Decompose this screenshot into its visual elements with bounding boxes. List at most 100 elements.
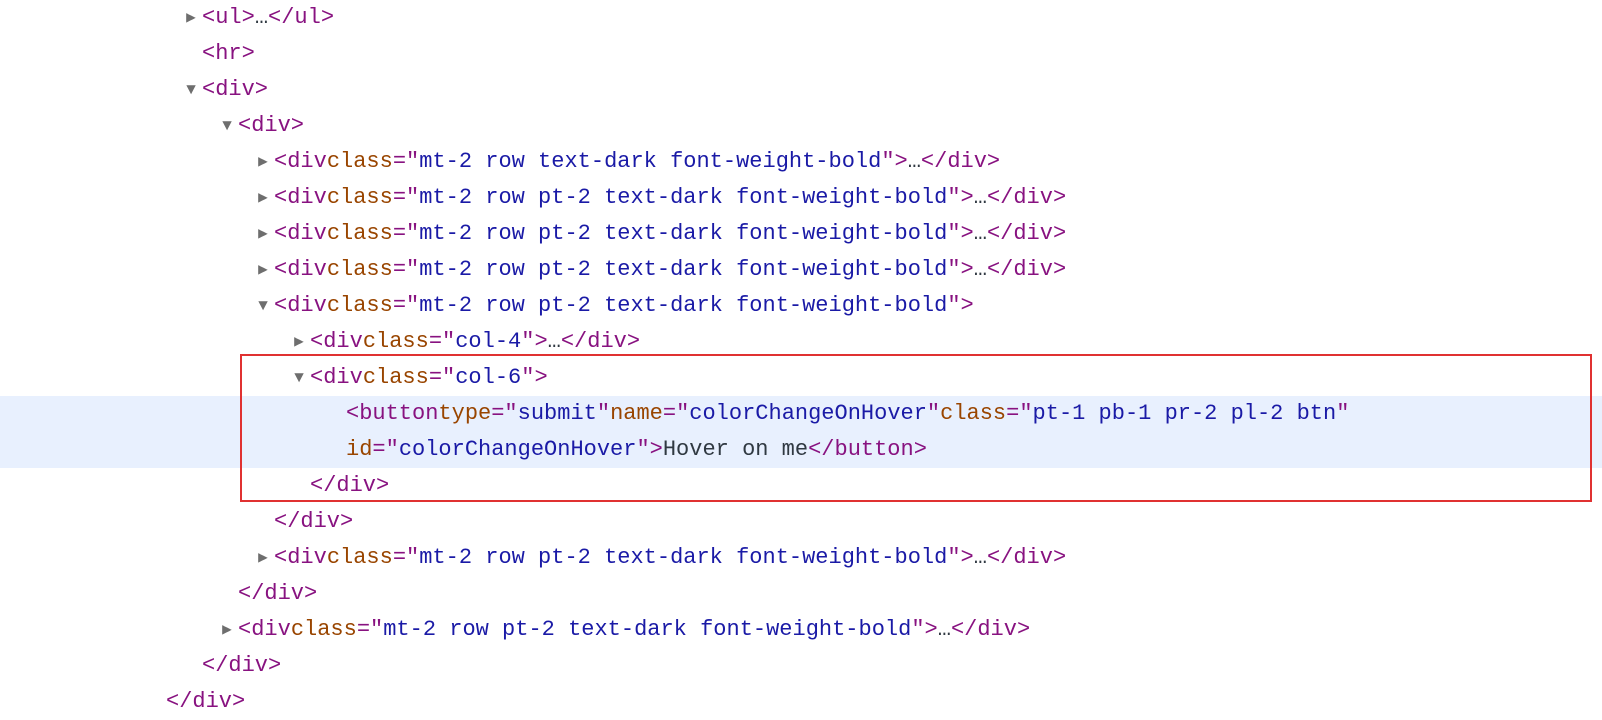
tree-row[interactable]: ▶<div class="mt-2 row pt-2 text-dark fon… bbox=[0, 540, 1602, 576]
token-tag: "> bbox=[911, 612, 937, 648]
token-ellipsis: … bbox=[974, 216, 987, 252]
token-tag: </div> bbox=[987, 180, 1066, 216]
token-tag: " bbox=[1336, 396, 1349, 432]
token-attrval: pt-1 pb-1 pr-2 pl-2 btn bbox=[1033, 396, 1337, 432]
token-tag: " bbox=[927, 396, 940, 432]
tree-row[interactable]: <hr> bbox=[0, 36, 1602, 72]
token-tag: <div bbox=[274, 288, 327, 324]
tree-row[interactable]: </div> bbox=[0, 576, 1602, 612]
tree-row[interactable]: ▼<div> bbox=[0, 72, 1602, 108]
token-tag: <ul> bbox=[202, 0, 255, 36]
tree-row[interactable]: ▼<div class="col-6"> bbox=[0, 360, 1602, 396]
token-ellipsis: … bbox=[548, 324, 561, 360]
token-attrval: mt-2 row pt-2 text-dark font-weight-bold bbox=[419, 252, 947, 288]
token-ellipsis: … bbox=[974, 252, 987, 288]
tree-row[interactable]: <button type="submit" name="colorChangeO… bbox=[0, 396, 1602, 432]
token-attrname: class bbox=[291, 612, 357, 648]
token-attrval: mt-2 row pt-2 text-dark font-weight-bold bbox=[419, 540, 947, 576]
tree-row[interactable]: ▶<div class="mt-2 row pt-2 text-dark fon… bbox=[0, 180, 1602, 216]
token-attrval: colorChangeOnHover bbox=[399, 432, 637, 468]
chevron-right-icon[interactable]: ▶ bbox=[288, 324, 310, 360]
chevron-down-icon[interactable]: ▼ bbox=[252, 288, 274, 324]
token-tag: </div> bbox=[987, 540, 1066, 576]
token-tag: <button bbox=[346, 396, 438, 432]
token-tag: =" bbox=[429, 324, 455, 360]
token-tag: =" bbox=[372, 432, 398, 468]
token-tag: =" bbox=[393, 180, 419, 216]
token-attrname: id bbox=[346, 432, 372, 468]
token-tag: =" bbox=[357, 612, 383, 648]
chevron-right-icon[interactable]: ▶ bbox=[216, 612, 238, 648]
token-ellipsis: … bbox=[255, 0, 268, 36]
token-attrname: class bbox=[327, 180, 393, 216]
tree-row[interactable]: ▶<div class="mt-2 row pt-2 text-dark fon… bbox=[0, 612, 1602, 648]
token-tag: <div bbox=[274, 216, 327, 252]
chevron-right-icon[interactable]: ▶ bbox=[180, 0, 202, 36]
token-tag: =" bbox=[393, 252, 419, 288]
token-attrname: class bbox=[327, 540, 393, 576]
token-attrval: mt-2 row pt-2 text-dark font-weight-bold bbox=[419, 216, 947, 252]
token-tag: "> bbox=[947, 288, 973, 324]
tree-row[interactable]: ▶<div class="mt-2 row pt-2 text-dark fon… bbox=[0, 252, 1602, 288]
tree-row[interactable]: ▶<ul>…</ul> bbox=[0, 0, 1602, 36]
tree-row[interactable]: </div> bbox=[0, 648, 1602, 684]
chevron-right-icon[interactable]: ▶ bbox=[252, 180, 274, 216]
token-attrname: class bbox=[363, 360, 429, 396]
token-tag: =" bbox=[663, 396, 689, 432]
token-tag: =" bbox=[393, 144, 419, 180]
token-tag: </div> bbox=[951, 612, 1030, 648]
token-tag: </button> bbox=[808, 432, 927, 468]
token-tag: =" bbox=[393, 216, 419, 252]
token-tag: </div> bbox=[987, 252, 1066, 288]
token-tag: <div bbox=[310, 324, 363, 360]
token-tag: =" bbox=[393, 288, 419, 324]
chevron-down-icon[interactable]: ▼ bbox=[216, 108, 238, 144]
token-attrname: class bbox=[327, 288, 393, 324]
tree-row[interactable]: id="colorChangeOnHover">Hover on me</but… bbox=[0, 432, 1602, 468]
token-attrname: class bbox=[327, 252, 393, 288]
token-attrval: mt-2 row pt-2 text-dark font-weight-bold bbox=[419, 180, 947, 216]
token-tag: <hr> bbox=[202, 36, 255, 72]
token-tag: <div bbox=[274, 144, 327, 180]
chevron-right-icon[interactable]: ▶ bbox=[252, 216, 274, 252]
chevron-down-icon[interactable]: ▼ bbox=[288, 360, 310, 396]
tree-row[interactable]: </div> bbox=[0, 684, 1602, 720]
token-tag: </div> bbox=[987, 216, 1066, 252]
tree-row[interactable]: ▼<div> bbox=[0, 108, 1602, 144]
token-tag: =" bbox=[1006, 396, 1032, 432]
token-tag: </div> bbox=[310, 468, 389, 504]
tree-row[interactable]: ▼<div class="mt-2 row pt-2 text-dark fon… bbox=[0, 288, 1602, 324]
token-tag: "> bbox=[521, 324, 547, 360]
token-tag: =" bbox=[393, 540, 419, 576]
token-attrval: mt-2 row pt-2 text-dark font-weight-bold bbox=[419, 288, 947, 324]
tree-row[interactable]: ▶<div class="mt-2 row pt-2 text-dark fon… bbox=[0, 216, 1602, 252]
chevron-right-icon[interactable]: ▶ bbox=[252, 144, 274, 180]
token-tag: <div bbox=[310, 360, 363, 396]
token-tag: "> bbox=[947, 252, 973, 288]
tree-row[interactable]: </div> bbox=[0, 468, 1602, 504]
token-tag: </div> bbox=[202, 648, 281, 684]
token-tag: =" bbox=[429, 360, 455, 396]
token-tag: =" bbox=[491, 396, 517, 432]
token-attrname: class bbox=[940, 396, 1006, 432]
token-tag: <div> bbox=[202, 72, 268, 108]
tree-row[interactable]: ▶<div class="col-4">…</div> bbox=[0, 324, 1602, 360]
chevron-down-icon[interactable]: ▼ bbox=[180, 72, 202, 108]
token-attrname: class bbox=[327, 144, 393, 180]
tree-row[interactable]: </div> bbox=[0, 504, 1602, 540]
token-ellipsis: … bbox=[974, 180, 987, 216]
token-tag: <div bbox=[274, 180, 327, 216]
token-textnode: Hover on me bbox=[663, 432, 808, 468]
token-tag: "> bbox=[947, 180, 973, 216]
chevron-right-icon[interactable]: ▶ bbox=[252, 252, 274, 288]
tree-row[interactable]: ▶<div class="mt-2 row text-dark font-wei… bbox=[0, 144, 1602, 180]
token-attrval: mt-2 row text-dark font-weight-bold bbox=[419, 144, 881, 180]
token-tag: </div> bbox=[238, 576, 317, 612]
token-tag: </div> bbox=[561, 324, 640, 360]
token-tag: </ul> bbox=[268, 0, 334, 36]
chevron-right-icon[interactable]: ▶ bbox=[252, 540, 274, 576]
token-attrname: name bbox=[610, 396, 663, 432]
token-tag: "> bbox=[947, 540, 973, 576]
token-attrname: class bbox=[363, 324, 429, 360]
token-attrname: type bbox=[438, 396, 491, 432]
